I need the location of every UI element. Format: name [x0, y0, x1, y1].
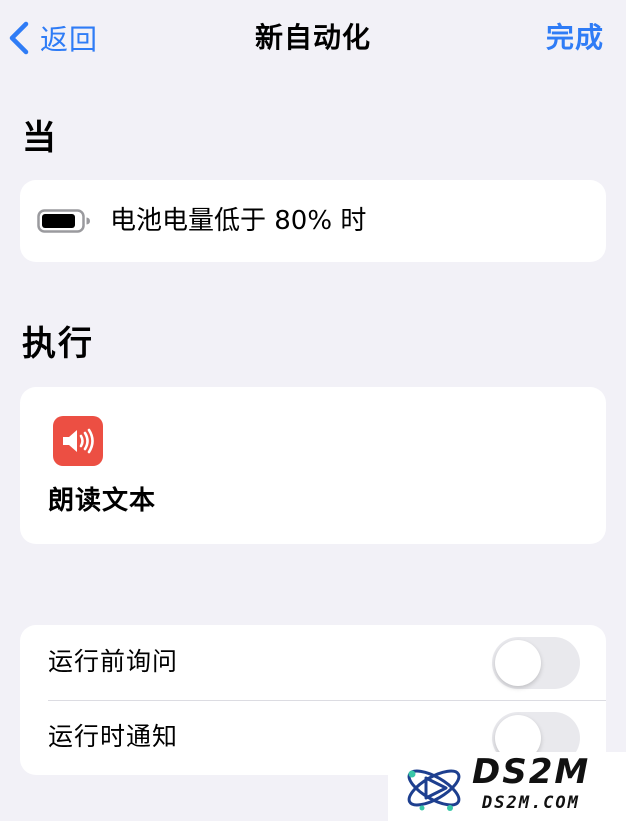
option-label: 运行前询问: [48, 647, 179, 676]
option-label: 运行时通知: [48, 722, 179, 751]
trigger-card[interactable]: 电池电量低于 80% 时: [20, 180, 606, 262]
atom-logo-icon: [407, 769, 461, 811]
watermark-subtitle: DS2M.COM: [482, 793, 580, 813]
trigger-description: 电池电量低于 80% 时: [110, 206, 367, 236]
battery-icon: [37, 209, 90, 233]
speaker-icon: [53, 416, 103, 466]
watermark-title: DS2M: [472, 752, 591, 792]
navigation-bar: 返回 新自动化 完成: [0, 0, 626, 80]
action-card[interactable]: 朗读文本: [20, 387, 606, 544]
action-section-heading: 执行: [22, 324, 94, 364]
ask-before-running-toggle[interactable]: [492, 637, 580, 689]
trigger-section-heading: 当: [22, 118, 58, 158]
page-title: 新自动化: [254, 21, 371, 54]
toggle-knob: [495, 640, 541, 686]
action-label: 朗读文本: [48, 486, 157, 516]
option-row-ask-before-running: 运行前询问: [20, 625, 606, 701]
watermark: DS2M DS2M.COM: [388, 752, 626, 821]
done-button[interactable]: 完成: [546, 18, 604, 58]
